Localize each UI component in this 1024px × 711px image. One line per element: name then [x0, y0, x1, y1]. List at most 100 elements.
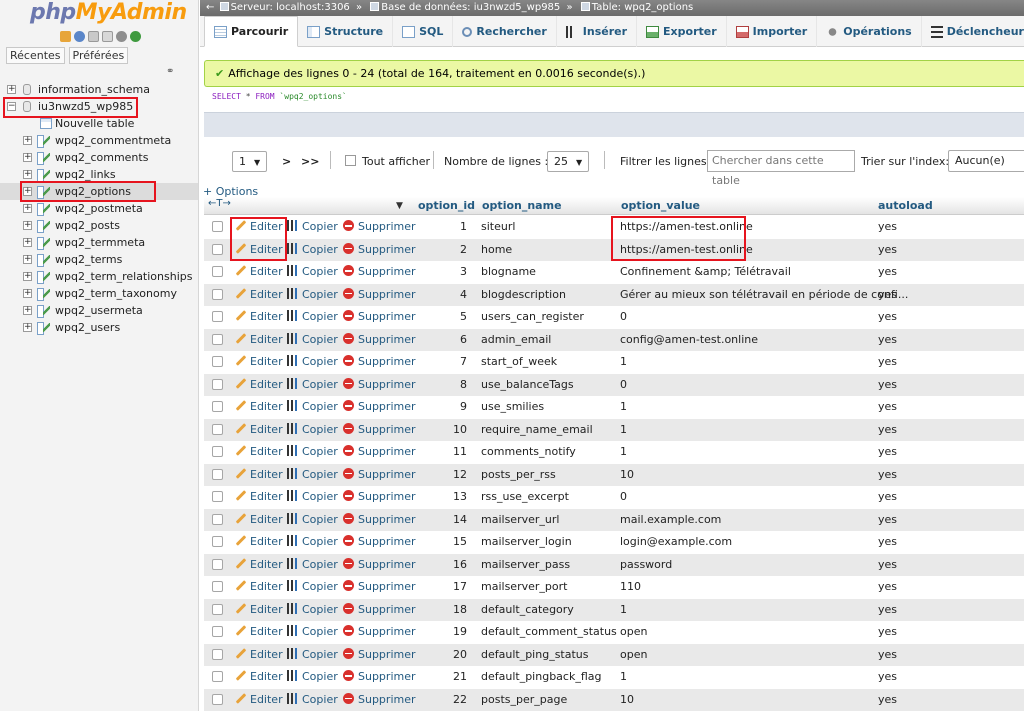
cell-option-name[interactable]: posts_per_page — [481, 689, 567, 711]
expand-icon[interactable]: + — [23, 136, 32, 145]
cell-autoload[interactable]: yes — [878, 239, 897, 261]
cell-option-id[interactable]: 12 — [418, 464, 467, 486]
breadcrumb-table[interactable]: Table: wpq2_options — [592, 2, 693, 13]
cell-option-name[interactable]: use_balanceTags — [481, 374, 574, 396]
cell-option-value[interactable]: open — [620, 621, 647, 643]
cell-option-value[interactable]: Confinement &amp; Télétravail — [620, 261, 791, 283]
cell-autoload[interactable]: yes — [878, 621, 897, 643]
cell-autoload[interactable]: yes — [878, 689, 897, 711]
favorites-button[interactable]: Préférées — [68, 47, 129, 64]
expand-icon[interactable]: + — [23, 272, 32, 281]
cell-option-id[interactable]: 21 — [418, 666, 467, 688]
cell-option-name[interactable]: start_of_week — [481, 351, 557, 373]
row-checkbox[interactable] — [212, 468, 223, 480]
cell-option-name[interactable]: require_name_email — [481, 419, 593, 441]
cell-autoload[interactable]: yes — [878, 576, 897, 598]
cell-option-id[interactable]: 3 — [418, 261, 467, 283]
copy-button[interactable]: Copier — [287, 531, 338, 553]
info-icon[interactable] — [74, 31, 85, 42]
cell-option-id[interactable]: 15 — [418, 531, 467, 553]
sort-arrow-icon[interactable]: ▼ — [396, 197, 403, 215]
delete-button[interactable]: Supprimer — [343, 599, 416, 621]
cell-option-name[interactable]: default_pingback_flag — [481, 666, 602, 688]
cell-autoload[interactable]: yes — [878, 396, 897, 418]
table-item[interactable]: + wpq2_term_taxonomy — [0, 285, 198, 302]
reload-icon[interactable] — [130, 31, 141, 42]
copy-button[interactable]: Copier — [287, 329, 338, 351]
row-checkbox[interactable] — [212, 401, 223, 412]
cell-option-value[interactable]: 1 — [620, 599, 627, 621]
row-checkbox[interactable] — [212, 356, 223, 367]
table-item[interactable]: + wpq2_term_relationships — [0, 268, 198, 285]
edit-button[interactable]: Editer — [235, 374, 283, 396]
row-checkbox[interactable] — [212, 603, 223, 615]
cell-option-id[interactable]: 7 — [418, 351, 467, 373]
column-header-option-value[interactable]: option_value — [621, 197, 700, 215]
copy-button[interactable]: Copier — [287, 306, 338, 328]
delete-button[interactable]: Supprimer — [343, 554, 416, 576]
copy-button[interactable]: Copier — [287, 486, 338, 508]
cell-option-name[interactable]: admin_email — [481, 329, 551, 351]
cell-option-value[interactable]: Gérer au mieux son télétravail en périod… — [620, 284, 908, 306]
delete-button[interactable]: Supprimer — [343, 509, 416, 531]
delete-button[interactable]: Supprimer — [343, 374, 416, 396]
cell-option-value[interactable]: 110 — [620, 576, 641, 598]
edit-button[interactable]: Editer — [235, 576, 283, 598]
cell-option-name[interactable]: blogdescription — [481, 284, 566, 306]
tab-parcourir[interactable]: Parcourir — [204, 16, 299, 47]
cell-option-id[interactable]: 19 — [418, 621, 467, 643]
row-checkbox[interactable] — [212, 648, 223, 660]
copy-button[interactable]: Copier — [287, 419, 338, 441]
copy-button[interactable]: Copier — [287, 284, 338, 306]
cell-autoload[interactable]: yes — [878, 486, 897, 508]
expand-icon[interactable]: + — [23, 170, 32, 179]
row-checkbox[interactable] — [212, 536, 223, 547]
cell-autoload[interactable]: yes — [878, 599, 897, 621]
delete-button[interactable]: Supprimer — [343, 621, 416, 643]
table-item[interactable]: + wpq2_usermeta — [0, 302, 198, 319]
cell-option-value[interactable]: login@example.com — [620, 531, 732, 553]
cell-option-value[interactable]: 1 — [620, 441, 627, 463]
cell-option-name[interactable]: rss_use_excerpt — [481, 486, 569, 508]
cell-option-value[interactable]: password — [620, 554, 672, 576]
cell-option-id[interactable]: 1 — [418, 216, 467, 238]
expand-icon[interactable]: + — [23, 289, 32, 298]
cell-option-name[interactable]: mailserver_port — [481, 576, 567, 598]
expand-icon[interactable]: + — [23, 323, 32, 332]
tab-sql[interactable]: SQL — [393, 16, 454, 47]
recent-button[interactable]: Récentes — [6, 47, 65, 64]
row-checkbox[interactable] — [212, 693, 223, 705]
copy-button[interactable]: Copier — [287, 396, 338, 418]
cell-autoload[interactable]: yes — [878, 306, 897, 328]
cell-autoload[interactable]: yes — [878, 509, 897, 531]
home-icon[interactable] — [60, 31, 71, 42]
copy-button[interactable]: Copier — [287, 644, 338, 666]
cell-autoload[interactable]: yes — [878, 554, 897, 576]
copy-button[interactable]: Copier — [287, 599, 338, 621]
copy-button[interactable]: Copier — [287, 576, 338, 598]
cell-autoload[interactable]: yes — [878, 216, 897, 238]
copy-button[interactable]: Copier — [287, 216, 338, 238]
expand-icon[interactable]: + — [23, 306, 32, 315]
delete-button[interactable]: Supprimer — [343, 666, 416, 688]
copy-button[interactable]: Copier — [287, 621, 338, 643]
cell-autoload[interactable]: yes — [878, 329, 897, 351]
cell-option-name[interactable]: use_smilies — [481, 396, 544, 418]
delete-button[interactable]: Supprimer — [343, 329, 416, 351]
table-item[interactable]: + wpq2_commentmeta — [0, 132, 198, 149]
cell-option-value[interactable]: 10 — [620, 464, 634, 486]
row-checkbox[interactable] — [212, 288, 223, 300]
tab-rechercher[interactable]: Rechercher — [453, 16, 557, 47]
cell-option-name[interactable]: default_comment_status — [481, 621, 617, 643]
cell-option-value[interactable]: 1 — [620, 351, 627, 373]
cell-option-name[interactable]: mailserver_login — [481, 531, 572, 553]
delete-button[interactable]: Supprimer — [343, 396, 416, 418]
table-item[interactable]: + wpq2_posts — [0, 217, 198, 234]
copy-button[interactable]: Copier — [287, 261, 338, 283]
edit-button[interactable]: Editer — [235, 531, 283, 553]
cell-option-id[interactable]: 4 — [418, 284, 467, 306]
edit-button[interactable]: Editer — [235, 441, 283, 463]
cell-option-name[interactable]: users_can_register — [481, 306, 584, 328]
expand-icon[interactable]: + — [23, 255, 32, 264]
tab-exporter[interactable]: Exporter — [637, 16, 727, 47]
